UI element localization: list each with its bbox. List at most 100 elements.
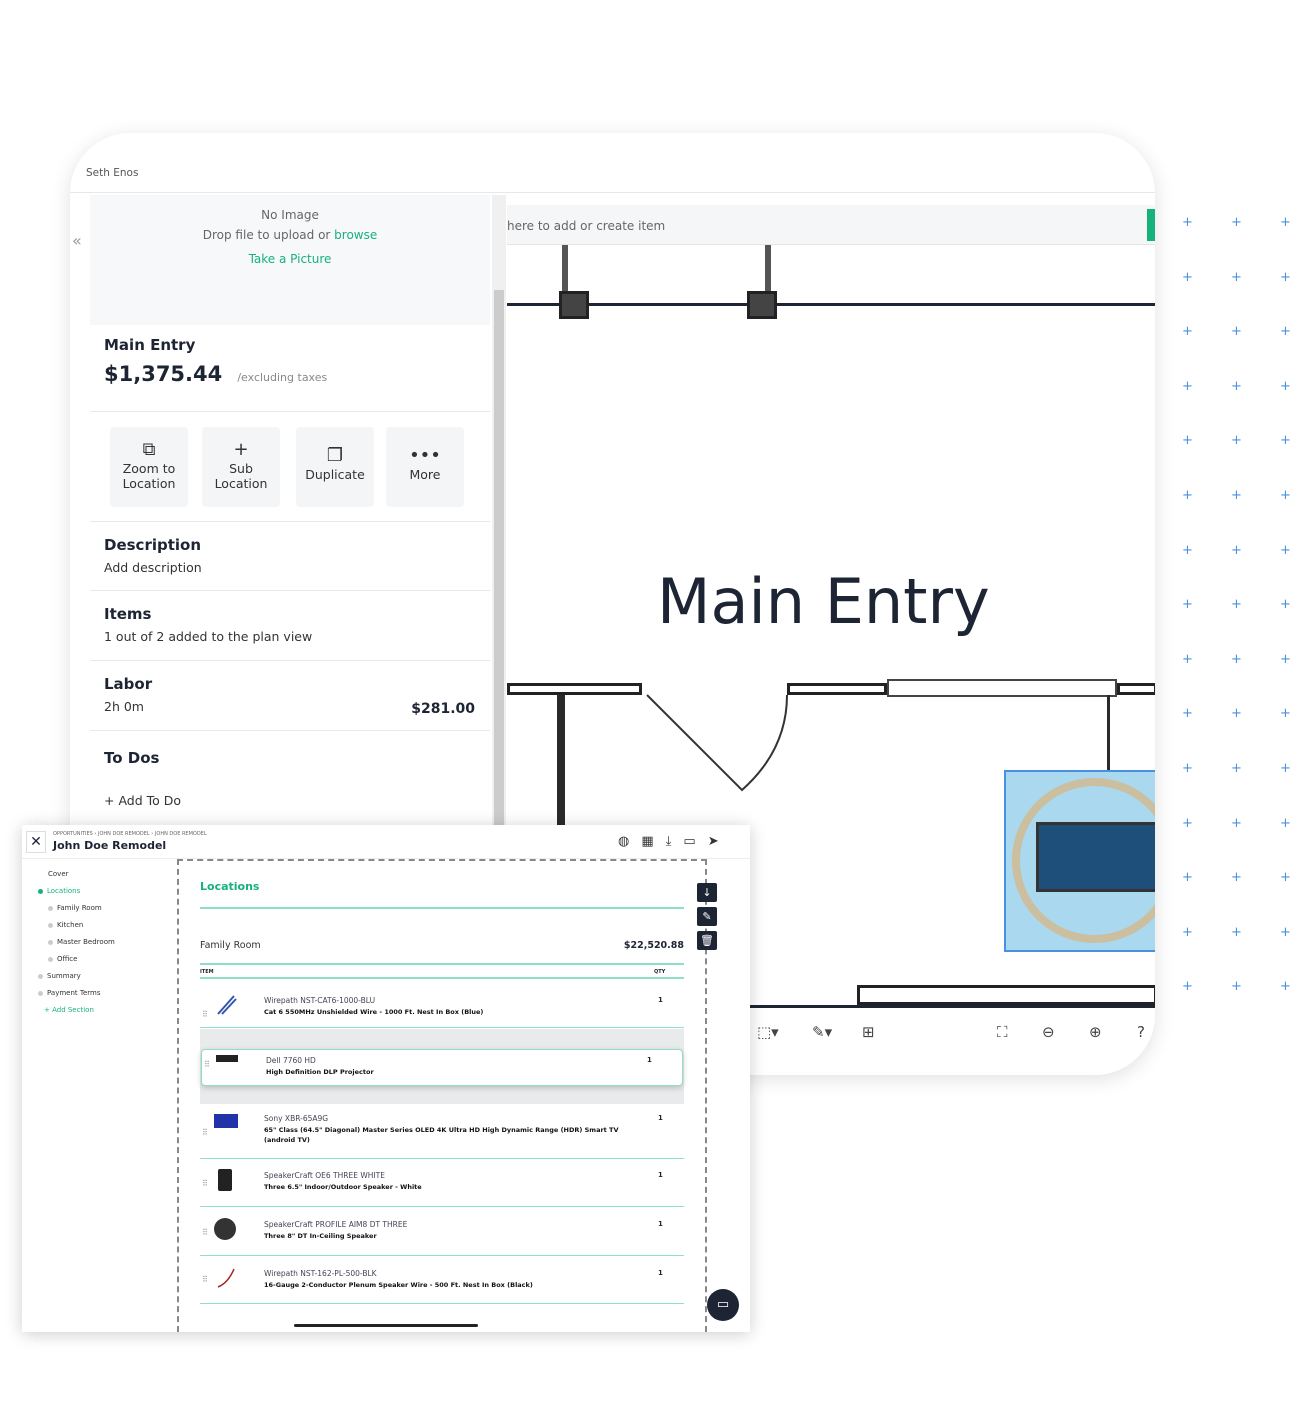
plus-decoration: + — [1231, 378, 1242, 394]
room-total: $22,520.88 — [623, 940, 684, 951]
plus-decoration: + — [1280, 378, 1291, 394]
plus-decoration: + — [1182, 324, 1193, 340]
item-row[interactable]: ⠿ SpeakerCraft PROFILE AIM8 DT THREE Three… — [200, 1214, 684, 1256]
download-section-icon[interactable]: ↓ — [697, 883, 717, 902]
duplicate-icon: ❐ — [326, 445, 344, 466]
plus-decoration: + — [1231, 488, 1242, 503]
breadcrumb-item[interactable]: JOHN DOE REMODEL — [155, 831, 207, 837]
plus-decoration: + — [1182, 269, 1193, 285]
plus-decoration: + — [1280, 651, 1291, 667]
toolbar: ◍▦⤓▭➤ — [618, 834, 731, 849]
item-row[interactable]: ⠿ Wirepath NST-CAT6-1000-BLU Cat 6 550MHz … — [200, 990, 684, 1028]
image-dropzone[interactable]: No Image Drop file to upload or browse T… — [90, 195, 490, 325]
plus-decoration: + — [1182, 761, 1193, 776]
nav-cover[interactable]: Cover — [48, 870, 69, 878]
items-text: 1 out of 2 added to the plan view — [104, 629, 313, 644]
present-icon[interactable]: ▭ — [683, 834, 707, 849]
add-section-link[interactable]: + Add Section — [44, 1006, 94, 1014]
plus-decoration: + — [1280, 815, 1291, 831]
palette-icon[interactable]: ◍ — [618, 834, 641, 849]
select-tool-icon[interactable]: ⬚▾ — [757, 1023, 779, 1041]
plus-decoration: + — [1182, 488, 1193, 503]
duplicate-button[interactable]: ❐ Duplicate — [296, 427, 374, 507]
horizontal-scrollbar[interactable] — [294, 1324, 478, 1327]
more-icon: ••• — [409, 445, 441, 466]
plus-decoration: + — [1231, 597, 1242, 613]
plus-decoration: + — [1231, 815, 1242, 831]
plus-decoration: + — [1280, 269, 1291, 285]
door-swing — [646, 694, 788, 792]
selected-item-marker[interactable] — [1004, 770, 1155, 952]
breadcrumb: OPPORTUNITIES › JOHN DOE REMODEL › JOHN … — [53, 831, 207, 837]
breadcrumb-item[interactable]: OPPORTUNITIES — [53, 831, 93, 837]
plus-decoration: + — [1182, 378, 1193, 394]
room-name: Family Room — [200, 940, 261, 951]
zoom-location-icon: ⧉ — [142, 439, 156, 460]
zoom-out-icon[interactable]: ⊖ — [1042, 1023, 1055, 1041]
nav-summary[interactable]: Summary — [38, 972, 81, 980]
add-todo-link[interactable]: + Add To Do — [104, 793, 476, 808]
nav-master-bedroom[interactable]: Master Bedroom — [48, 938, 115, 946]
tv-image — [214, 1114, 238, 1128]
edit-section-icon[interactable]: ✎ — [697, 907, 717, 926]
nav-payment-terms[interactable]: Payment Terms — [38, 989, 100, 997]
download-icon[interactable]: ⤓ — [666, 834, 684, 849]
plus-decoration: + — [1280, 215, 1291, 230]
add-description-link[interactable]: Add description — [104, 560, 476, 575]
nav-family-room[interactable]: Family Room — [48, 904, 102, 912]
todos-title: To Dos — [104, 749, 160, 767]
sub-location-button[interactable]: + Sub Location — [202, 427, 280, 507]
add-image-icon[interactable]: ⊞ — [862, 1023, 875, 1041]
wire-image — [217, 995, 237, 1015]
plus-decoration: + — [1280, 542, 1291, 558]
speaker-image — [218, 1169, 232, 1191]
user-name: Seth Enos — [86, 167, 139, 179]
help-icon[interactable]: ? — [1137, 1023, 1145, 1041]
search-input[interactable]: here to add or create item — [507, 205, 1155, 245]
nav-locations[interactable]: Locations — [38, 887, 80, 895]
location-price: $1,375.44 — [104, 362, 223, 386]
plus-decoration: + — [1231, 215, 1242, 230]
location-panel: No Image Drop file to upload or browse T… — [90, 195, 490, 895]
col-item: ITEM — [200, 969, 214, 975]
tv-thumbnail — [1036, 822, 1155, 892]
take-picture-link[interactable]: Take a Picture — [90, 249, 490, 269]
item-row[interactable]: ⠿ Sony XBR-65A9G 65" Class (64.5" Diagonal… — [200, 1108, 684, 1159]
nav-office[interactable]: Office — [48, 955, 77, 963]
section-title: Locations — [200, 880, 260, 893]
browse-link[interactable]: browse — [334, 228, 377, 242]
plan-location-label: Main Entry — [657, 565, 990, 638]
fullscreen-icon[interactable]: ⛶ — [997, 1023, 1008, 1041]
proposal-window: ✕ OPPORTUNITIES › JOHN DOE REMODEL › JOH… — [22, 825, 750, 1332]
plus-decoration: + — [1280, 761, 1291, 776]
close-button[interactable]: ✕ — [26, 831, 46, 853]
item-row-selected[interactable]: ⠿ Dell 7760 HD High Definition DLP Project… — [201, 1049, 683, 1086]
plus-decoration: + — [1182, 815, 1193, 831]
collapse-icon[interactable]: « — [72, 231, 82, 250]
plus-decoration: + — [1182, 979, 1193, 995]
delete-section-icon[interactable]: 🗑 — [697, 931, 717, 950]
plus-decoration: + — [1280, 870, 1291, 886]
col-qty: QTY — [654, 969, 666, 975]
plus-decoration: + — [1280, 924, 1291, 940]
nav-kitchen[interactable]: Kitchen — [48, 921, 83, 929]
more-button[interactable]: ••• More — [386, 427, 464, 507]
item-row[interactable]: ⠿ Wirepath NST-162-PL-500-BLK 16-Gauge 2-C… — [200, 1263, 684, 1304]
zoom-in-icon[interactable]: ⊕ — [1089, 1023, 1102, 1041]
plus-decoration: + — [1231, 269, 1242, 285]
price-note: /excluding taxes — [237, 371, 328, 384]
speaker-wire-image — [217, 1268, 235, 1288]
breadcrumb-item[interactable]: JOHN DOE REMODEL — [98, 831, 150, 837]
item-row[interactable]: ⠿ SpeakerCraft OE6 THREE WHITE Three 6.5" … — [200, 1165, 684, 1207]
ceiling-speaker-image — [214, 1218, 236, 1240]
plus-decoration: + — [1231, 706, 1242, 722]
scrollbar[interactable] — [492, 195, 506, 895]
chat-button[interactable]: ▭ — [707, 1289, 739, 1321]
projector-image — [216, 1055, 238, 1062]
layout-icon[interactable]: ▦ — [641, 834, 665, 849]
zoom-to-location-button[interactable]: ⧉ Zoom to Location — [110, 427, 188, 507]
plus-decoration: + — [1182, 597, 1193, 613]
add-button[interactable] — [1147, 209, 1155, 241]
pen-tool-icon[interactable]: ✎▾ — [812, 1023, 832, 1041]
send-icon[interactable]: ➤ — [708, 834, 731, 849]
